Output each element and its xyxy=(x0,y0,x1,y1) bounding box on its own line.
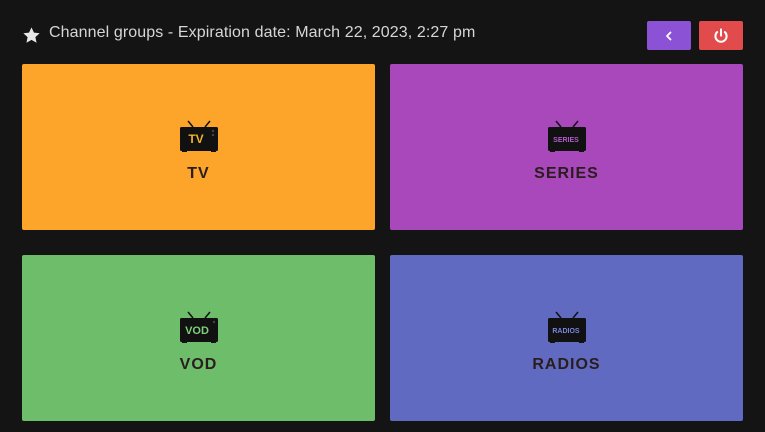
tile-series[interactable]: SERIES SERIES xyxy=(390,64,743,230)
radio-icon: RADIOS xyxy=(547,311,586,343)
tv-icon-text: TV xyxy=(188,132,203,146)
tile-vod[interactable]: VOD VOD xyxy=(22,255,375,421)
back-button[interactable] xyxy=(647,21,691,50)
tv-icon: TV xyxy=(179,120,218,152)
vod-icon: VOD xyxy=(179,311,218,343)
tile-tv[interactable]: TV TV xyxy=(22,64,375,230)
tile-label-vod: VOD xyxy=(179,356,218,373)
radio-icon-text: RADIOS xyxy=(552,328,580,335)
tile-radios[interactable]: RADIOS RADIOS xyxy=(390,255,743,421)
channel-groups-screen: Channel groups - Expiration date: March … xyxy=(0,0,765,432)
tile-label-series: SERIES xyxy=(534,165,599,182)
star-icon xyxy=(23,27,40,43)
header-bar: Channel groups - Expiration date: March … xyxy=(0,0,765,62)
tile-label-tv: TV xyxy=(187,165,210,182)
vod-icon-text: VOD xyxy=(185,325,209,337)
page-title: Channel groups - Expiration date: March … xyxy=(49,24,476,41)
chevron-left-icon xyxy=(666,31,672,40)
series-icon: SERIES xyxy=(547,120,586,152)
tile-label-radios: RADIOS xyxy=(532,356,601,373)
power-icon xyxy=(714,27,728,43)
series-icon-text: SERIES xyxy=(553,137,579,144)
power-button[interactable] xyxy=(699,21,743,50)
